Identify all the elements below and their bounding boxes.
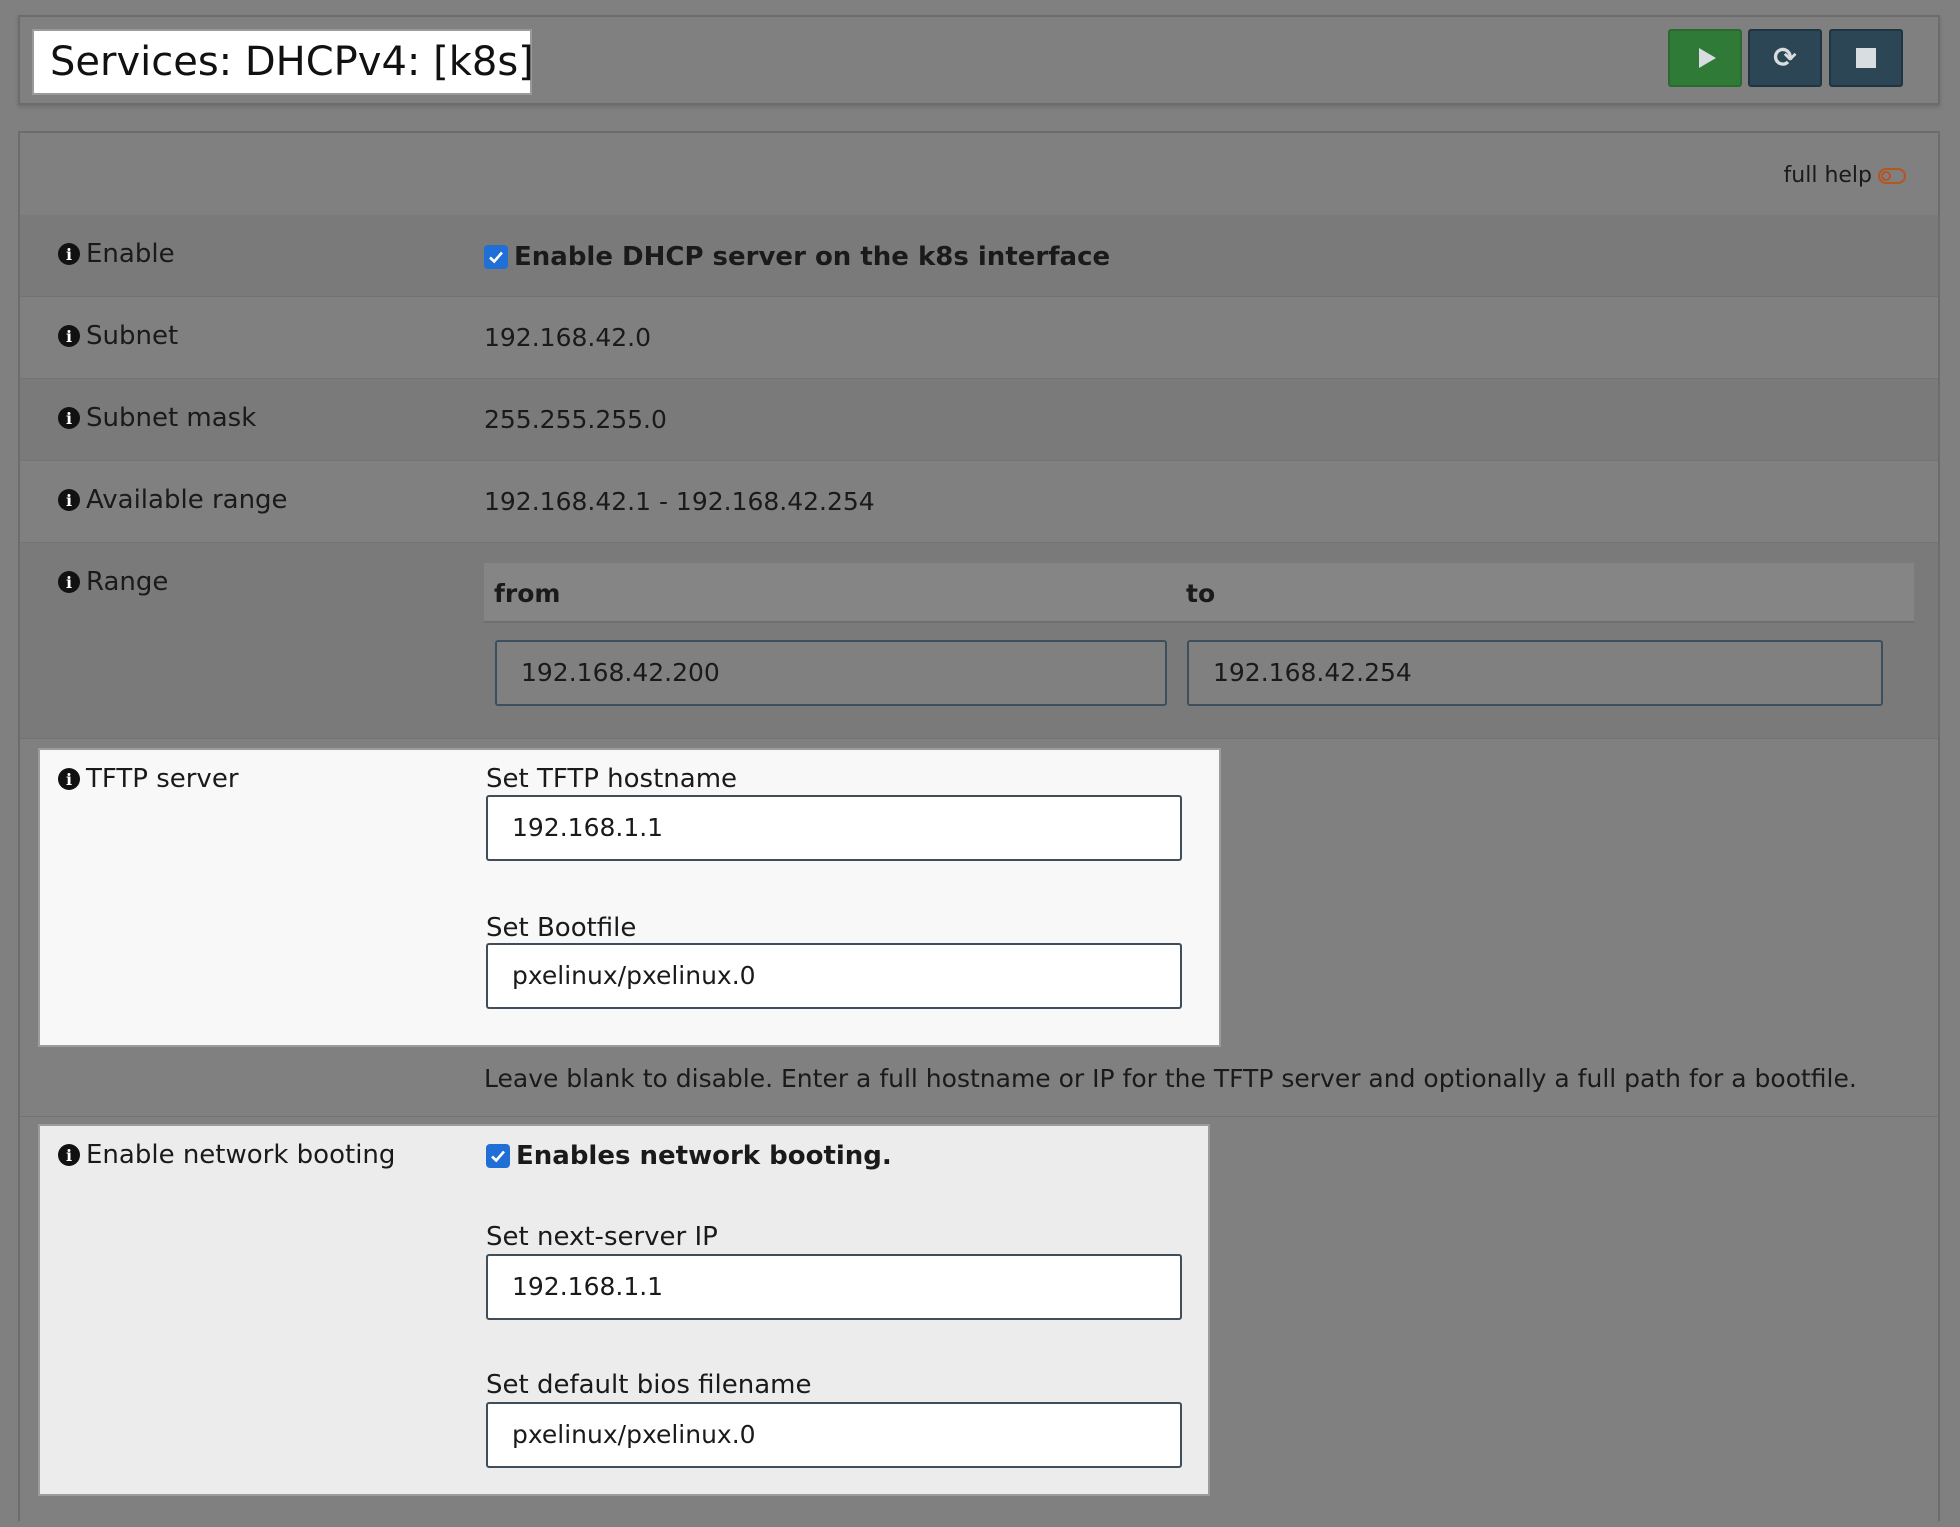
next-server-input[interactable]: 192.168.1.1 [486,1254,1182,1320]
range-to-header: to [1186,579,1216,608]
toggle-off-icon [1878,167,1906,184]
tftp-box: i TFTP server Set TFTP hostname 192.168.… [38,748,1221,1047]
page-header: Services: DHCPv4: [k8s] ⟳ [18,15,1940,105]
network-boot-checkbox-line: Enables network booting. [486,1141,892,1171]
range-table-header: from to [484,563,1914,623]
help-row: full help [20,133,1938,216]
checkmark-icon [489,251,503,264]
network-boot-checkbox[interactable] [486,1144,510,1168]
bios-filename-input[interactable]: pxelinux/pxelinux.0 [486,1402,1182,1468]
info-icon[interactable]: i [58,243,80,265]
row-subnet: i Subnet 192.168.42.0 [20,297,1938,379]
tftp-hostname-input[interactable]: 192.168.1.1 [486,795,1182,861]
checkmark-icon [491,1150,505,1163]
tftp-hostname-label: Set TFTP hostname [486,764,738,794]
info-icon[interactable]: i [58,571,80,593]
next-server-label: Set next-server IP [486,1222,718,1252]
play-icon [1698,48,1716,68]
info-icon[interactable]: i [58,325,80,347]
enable-checkbox-label: Enable DHCP server on the k8s interface [514,242,1111,272]
network-boot-label: i Enable network booting [58,1140,395,1170]
network-boot-checkbox-label: Enables network booting. [516,1141,892,1171]
full-help-label: full help [1783,163,1872,188]
info-icon[interactable]: i [58,489,80,511]
row-network-booting: i Enable network booting Enables network… [20,1117,1938,1527]
full-help-toggle[interactable]: full help [1784,163,1906,188]
subnet-value: 192.168.42.0 [484,323,651,352]
network-boot-box: i Enable network booting Enables network… [38,1124,1210,1496]
start-service-button[interactable] [1668,29,1742,87]
available-range-label: i Available range [58,485,288,515]
info-icon[interactable]: i [58,768,80,790]
page-title: Services: DHCPv4: [k8s] [32,29,534,95]
range-to-input[interactable]: 192.168.42.254 [1187,640,1883,706]
row-available-range: i Available range 192.168.42.1 - 192.168… [20,461,1938,543]
info-icon[interactable]: i [58,407,80,429]
stop-icon [1856,48,1876,68]
enable-checkbox-line: Enable DHCP server on the k8s interface [484,242,1110,272]
tftp-bootfile-label: Set Bootfile [486,913,637,943]
restart-service-button[interactable]: ⟳ [1748,29,1822,87]
stop-service-button[interactable] [1829,29,1903,87]
row-subnet-mask: i Subnet mask 255.255.255.0 [20,379,1938,461]
tftp-bootfile-input[interactable]: pxelinux/pxelinux.0 [486,943,1182,1009]
row-tftp-server: i TFTP server Set TFTP hostname 192.168.… [20,739,1938,1117]
bios-filename-label: Set default bios filename [486,1370,812,1400]
range-from-header: from [494,579,561,608]
range-from-input[interactable]: 192.168.42.200 [495,640,1167,706]
enable-label: i Enable [58,239,175,269]
tftp-hint: Leave blank to disable. Enter a full hos… [484,1064,1857,1093]
subnet-mask-value: 255.255.255.0 [484,405,667,434]
row-range: i Range from to 192.168.42.200 192.168.4… [20,543,1938,739]
available-range-value: 192.168.42.1 - 192.168.42.254 [484,487,875,516]
settings-panel: full help i Enable Enable DHCP server on… [18,131,1940,1527]
range-label: i Range [58,567,168,597]
enable-checkbox[interactable] [484,245,508,269]
info-icon[interactable]: i [58,1144,80,1166]
refresh-icon: ⟳ [1773,41,1797,74]
subnet-mask-label: i Subnet mask [58,403,256,433]
row-enable: i Enable Enable DHCP server on the k8s i… [20,215,1938,297]
subnet-label: i Subnet [58,321,178,351]
tftp-label: i TFTP server [58,764,239,794]
